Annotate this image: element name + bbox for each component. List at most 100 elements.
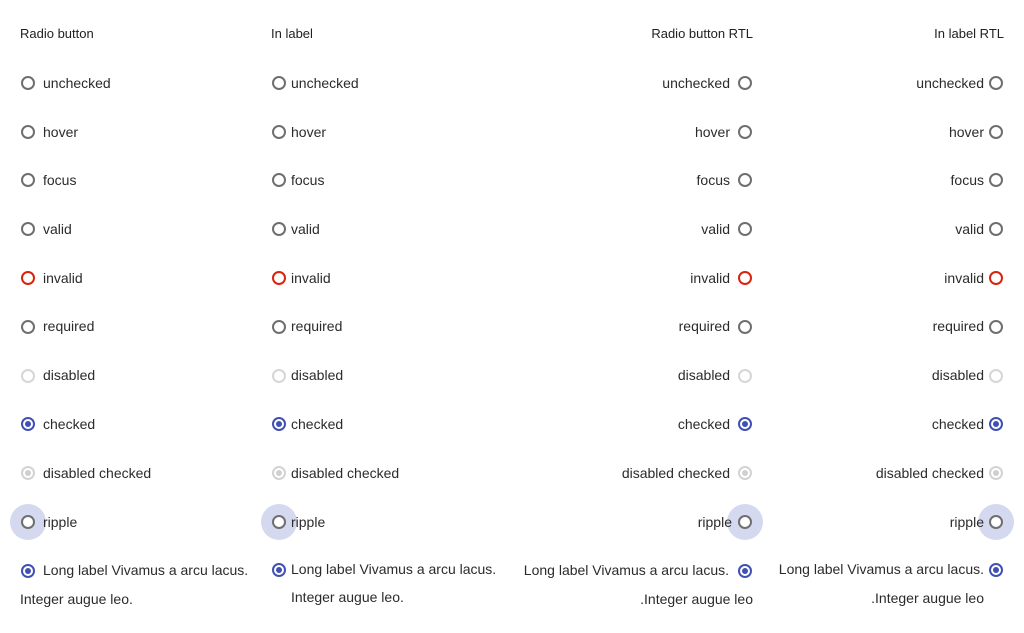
radio-long-label[interactable] [989,563,1003,577]
radio-row-checked[interactable]: checked [20,416,253,439]
radio-long-label[interactable] [21,564,35,578]
radio-label: ripple [291,514,326,530]
radio-row-long-label[interactable]: Long label Vivamus a arcu lacus. .Intege… [520,562,753,607]
radio-required[interactable] [738,320,752,334]
radio-focus[interactable] [989,173,1003,187]
radio-disabled-checked [989,466,1003,480]
radio-ripple[interactable] [989,515,1003,529]
radio-focus[interactable] [21,173,35,187]
radio-invalid[interactable] [272,271,286,285]
radio-required[interactable] [272,320,286,334]
radio-long-label[interactable] [272,563,286,577]
radio-row-focus[interactable]: focus [520,172,753,195]
radio-row-checked[interactable]: checked [771,416,1004,439]
radio-row-valid[interactable]: valid [520,221,753,244]
radio-row-checked[interactable]: checked [520,416,753,439]
radio-long-label[interactable] [738,564,752,578]
radio-valid[interactable] [272,222,286,236]
radio-ripple[interactable] [21,515,35,529]
radio-long-label-line2: .Integer augue leo [871,590,984,606]
radio-row-unchecked[interactable]: unchecked [771,75,1004,97]
radio-row-disabled-checked: disabled checked [271,465,504,488]
radio-hover[interactable] [272,125,286,139]
radio-unchecked[interactable] [738,76,752,90]
radio-ripple[interactable] [272,515,286,529]
radio-row-hover[interactable]: hover [771,124,1004,146]
radio-unchecked[interactable] [272,76,286,90]
radio-row-valid[interactable]: valid [20,221,253,244]
radio-row-hover[interactable]: hover [20,124,253,146]
radio-row-required[interactable]: required [20,318,253,341]
radio-valid[interactable] [21,222,35,236]
column-title: In label RTL [934,26,1004,41]
radio-label: valid [955,221,984,237]
radio-hover[interactable] [738,125,752,139]
radio-row-focus[interactable]: focus [771,172,1004,195]
radio-row-long-label[interactable]: Long label Vivamus a arcu lacus. Integer… [20,562,253,607]
radio-row-required[interactable]: required [520,318,753,341]
radio-row-ripple[interactable]: ripple [520,504,763,540]
radio-row-ripple[interactable]: ripple [771,504,1014,540]
radio-label: invalid [944,270,984,286]
radio-row-required[interactable]: required [771,318,1004,341]
radio-focus[interactable] [738,173,752,187]
column-title: Radio button [20,26,94,41]
radio-row-hover[interactable]: hover [271,124,504,146]
radio-required[interactable] [21,320,35,334]
radio-focus[interactable] [272,173,286,187]
radio-long-label-line1: Long label Vivamus a arcu lacus. [523,562,729,578]
radio-checked[interactable] [21,417,35,431]
radio-label: disabled [931,367,984,383]
radio-label: unchecked [662,75,730,91]
radio-valid[interactable] [738,222,752,236]
radio-valid[interactable] [989,222,1003,236]
column-title: Radio button RTL [651,26,753,41]
radio-checked[interactable] [989,417,1003,431]
radio-hover[interactable] [21,125,35,139]
radio-row-ripple[interactable]: ripple [10,504,253,540]
radio-row-unchecked[interactable]: unchecked [271,75,504,97]
radio-long-label-line2: Integer augue leo. [20,591,133,607]
radio-label: checked [931,416,984,432]
radio-label: focus [696,172,730,188]
radio-checked[interactable] [272,417,286,431]
radio-unchecked[interactable] [21,76,35,90]
radio-row-ripple[interactable]: ripple [261,504,504,540]
radio-row-focus[interactable]: focus [271,172,504,195]
radio-disabled-checked [21,466,35,480]
radio-label: valid [291,221,320,237]
radio-label: valid [43,221,72,237]
radio-row-hover[interactable]: hover [520,124,753,146]
radio-invalid[interactable] [738,271,752,285]
radio-row-invalid[interactable]: invalid [271,270,504,293]
radio-label: hover [291,124,327,140]
radio-row-required[interactable]: required [271,318,504,341]
radio-disabled [21,369,35,383]
radio-row-invalid[interactable]: invalid [520,270,753,293]
radio-hover[interactable] [989,125,1003,139]
radio-row-invalid[interactable]: invalid [771,270,1004,293]
radio-unchecked[interactable] [989,76,1003,90]
radio-row-invalid[interactable]: invalid [20,270,253,293]
radio-invalid[interactable] [989,271,1003,285]
radio-required[interactable] [989,320,1003,334]
radio-row-long-label[interactable]: Long label Vivamus a arcu lacus. Integer… [271,561,504,605]
radio-row-disabled: disabled [520,367,753,390]
radio-ripple[interactable] [738,515,752,529]
radio-row-unchecked[interactable]: unchecked [520,75,753,97]
radio-invalid[interactable] [21,271,35,285]
radio-label: invalid [43,270,83,286]
radio-label: disabled checked [291,465,400,481]
radio-row-unchecked[interactable]: unchecked [20,75,253,97]
radio-label: required [43,318,95,334]
radio-label: checked [43,416,96,432]
radio-row-valid[interactable]: valid [771,221,1004,244]
radio-row-valid[interactable]: valid [271,221,504,244]
radio-label: invalid [291,270,331,286]
radio-label: hover [694,124,730,140]
radio-row-long-label[interactable]: Long label Vivamus a arcu lacus. .Intege… [771,561,1004,606]
radio-checked[interactable] [738,417,752,431]
radio-disabled [738,369,752,383]
radio-row-checked[interactable]: checked [271,416,504,439]
radio-row-focus[interactable]: focus [20,172,253,195]
